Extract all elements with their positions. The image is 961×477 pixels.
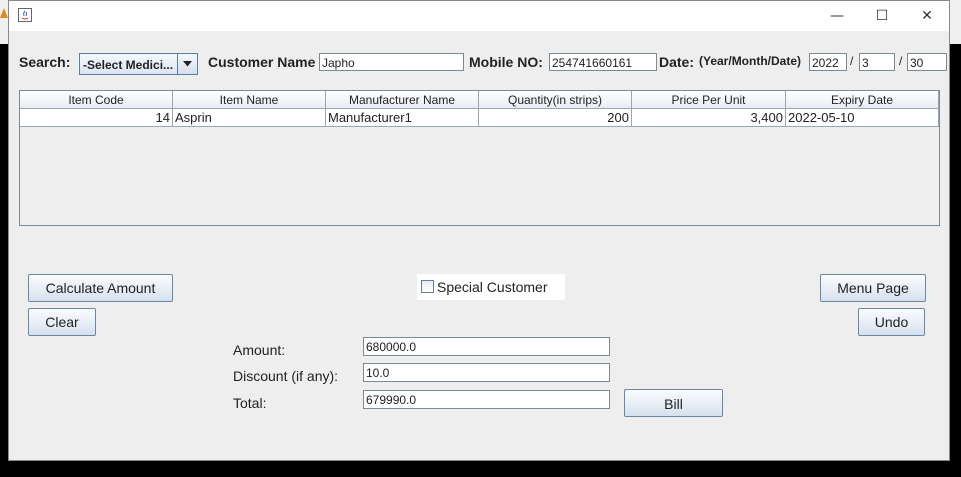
cell-manufacturer[interactable]: Manufacturer1 — [326, 109, 479, 127]
calculate-amount-button[interactable]: Calculate Amount — [28, 274, 173, 302]
total-field[interactable]: 679990.0 — [363, 390, 610, 409]
special-customer-option[interactable]: Special Customer — [417, 274, 565, 300]
customer-name-label: Customer Name — [208, 54, 316, 70]
special-customer-label: Special Customer — [437, 279, 548, 295]
amount-label: Amount: — [233, 342, 286, 358]
amount-field[interactable]: 680000.0 — [363, 337, 610, 356]
column-header[interactable]: Item Name — [173, 91, 326, 109]
day-input[interactable]: 30 — [907, 53, 947, 71]
billing-window: — ☐ ✕ Search: -Select Medici... Customer… — [8, 0, 950, 461]
column-header[interactable]: Manufacturer Name — [326, 91, 479, 109]
table-header: Item Code Item Name Manufacturer Name Qu… — [20, 91, 939, 109]
cell-expiry[interactable]: 2022-05-10 — [786, 109, 939, 127]
mobile-input[interactable]: 254741660161 — [549, 53, 657, 71]
clear-button[interactable]: Clear — [28, 308, 96, 336]
minimize-button[interactable]: — — [814, 1, 860, 31]
discount-label: Discount (if any): — [233, 368, 339, 384]
cell-item-code[interactable]: 14 — [20, 109, 173, 127]
column-header[interactable]: Price Per Unit — [632, 91, 786, 109]
medicine-table[interactable]: Item Code Item Name Manufacturer Name Qu… — [19, 90, 940, 226]
chevron-down-icon[interactable] — [177, 54, 197, 74]
maximize-button[interactable]: ☐ — [859, 1, 905, 31]
special-customer-checkbox[interactable] — [421, 280, 434, 293]
column-header[interactable]: Expiry Date — [786, 91, 939, 109]
cell-quantity[interactable]: 200 — [479, 109, 632, 127]
medicine-select-value: -Select Medici... — [83, 58, 174, 72]
bill-button[interactable]: Bill — [624, 389, 723, 417]
close-button[interactable]: ✕ — [904, 1, 950, 31]
date-label: Date: — [659, 54, 695, 70]
undo-button[interactable]: Undo — [858, 308, 925, 336]
column-header[interactable]: Item Code — [20, 91, 173, 109]
date-format-hint: (Year/Month/Date) — [699, 54, 802, 68]
cell-item-name[interactable]: Asprin — [173, 109, 326, 127]
cell-price[interactable]: 3,400 — [632, 109, 786, 127]
discount-field[interactable]: 10.0 — [363, 363, 610, 382]
year-input[interactable]: 2022 — [809, 53, 847, 71]
medicine-select[interactable]: -Select Medici... — [79, 53, 198, 75]
java-app-icon — [18, 8, 32, 22]
column-header[interactable]: Quantity(in strips) — [479, 91, 632, 109]
title-bar[interactable]: — ☐ ✕ — [9, 1, 949, 31]
customer-name-input[interactable]: Japho — [319, 53, 464, 71]
search-label: Search: — [19, 54, 71, 70]
month-input[interactable]: 3 — [859, 53, 895, 71]
mobile-label: Mobile NO: — [469, 54, 543, 70]
date-separator: / — [899, 54, 903, 68]
table-row[interactable]: 14 Asprin Manufacturer1 200 3,400 2022-0… — [20, 109, 939, 127]
menu-page-button[interactable]: Menu Page — [820, 274, 926, 302]
date-separator: / — [850, 54, 854, 68]
total-label: Total: — [233, 395, 267, 411]
